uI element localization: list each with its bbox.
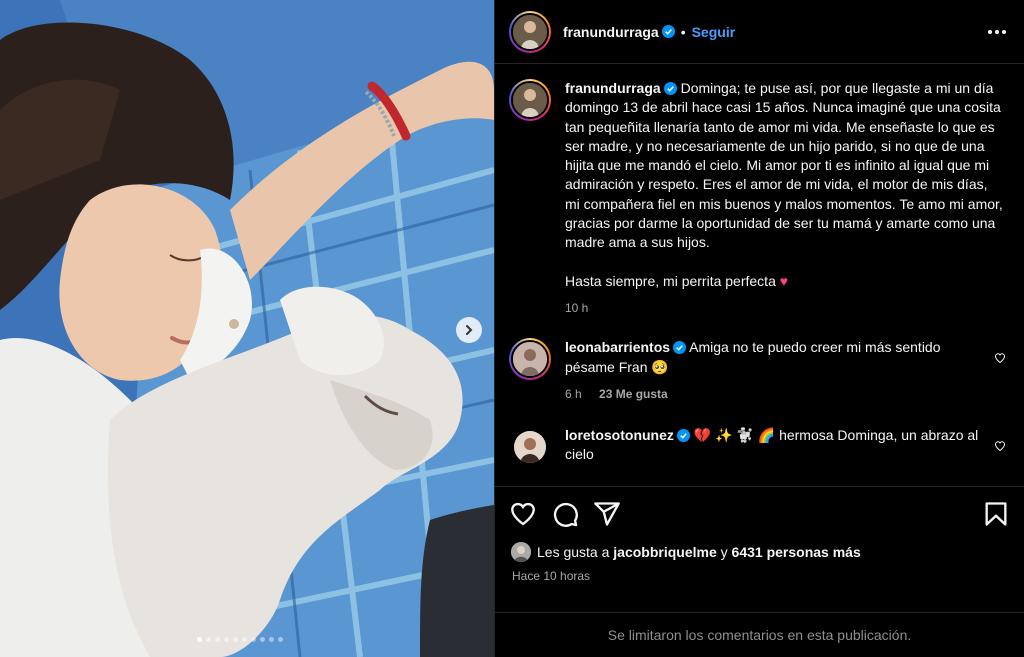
carousel-dot xyxy=(215,637,220,642)
caption-username[interactable]: franundurraga xyxy=(565,80,661,96)
author-avatar[interactable] xyxy=(509,10,551,53)
likes-prefix: Les gusta a xyxy=(537,544,610,560)
likes-others[interactable]: 6431 personas más xyxy=(732,544,861,560)
share-paper-plane-icon[interactable] xyxy=(593,500,621,528)
comments-list[interactable]: franundurraga Dominga; te puse así, por … xyxy=(495,65,1024,486)
save-bookmark-icon[interactable] xyxy=(982,500,1010,528)
like-comment-heart-icon[interactable] xyxy=(994,440,1006,452)
comment-username[interactable]: loretosotonunez xyxy=(565,427,674,443)
liker-avatar xyxy=(511,542,531,562)
carousel-dot xyxy=(206,637,211,642)
comment-likes[interactable]: 23 Me gusta xyxy=(599,387,668,401)
carousel-dot xyxy=(197,637,202,642)
carousel-dot xyxy=(251,637,256,642)
caption: franundurraga Dominga; te puse así, por … xyxy=(509,79,1010,318)
author-username[interactable]: franundurraga xyxy=(563,24,659,40)
likes-user[interactable]: jacobbriquelme xyxy=(613,544,716,560)
comment-item: leonabarrientos Amiga no te puedo creer … xyxy=(509,338,1010,404)
caption-text: Dominga; te puse así, por que llegaste a… xyxy=(565,80,1003,251)
carousel-dot xyxy=(278,637,283,642)
verified-badge-icon xyxy=(673,341,687,355)
post-side-panel: franundurraga • Seguir franundurraga Dom… xyxy=(494,0,1024,657)
verified-badge-icon xyxy=(676,429,690,443)
post-header: franundurraga • Seguir xyxy=(495,0,1024,64)
verified-badge-icon xyxy=(661,25,675,38)
pink-heart-icon: ♥ xyxy=(779,272,789,289)
carousel-dots xyxy=(197,637,283,642)
more-options-icon[interactable] xyxy=(984,26,1010,38)
carousel-dot xyxy=(224,637,229,642)
comment-item: loretosotonunez 💔 ✨ 🐩 🌈 hermosa Dominga,… xyxy=(509,426,1010,468)
photo-scene xyxy=(0,0,494,657)
carousel-dot xyxy=(233,637,238,642)
chevron-right-icon xyxy=(466,325,473,335)
likes-summary[interactable]: Les gusta a jacobbriquelme y 6431 person… xyxy=(495,528,1024,562)
post-photo[interactable] xyxy=(0,0,494,657)
carousel-dot xyxy=(269,637,274,642)
commenter-avatar[interactable] xyxy=(509,426,551,468)
like-heart-icon[interactable] xyxy=(509,500,537,528)
follow-button[interactable]: Seguir xyxy=(692,24,736,40)
verified-badge-icon xyxy=(663,82,677,95)
like-comment-heart-icon[interactable] xyxy=(994,352,1006,364)
header-separator: • xyxy=(680,23,686,40)
caption-time: 10 h xyxy=(565,300,589,315)
caption-avatar[interactable] xyxy=(509,79,551,121)
comments-limited-notice: Se limitaron los comentarios en esta pub… xyxy=(495,612,1024,657)
carousel-dot xyxy=(260,637,265,642)
pleading-face-icon: 🥺 xyxy=(651,358,669,375)
posted-time: Hace 10 horas xyxy=(512,569,591,583)
post-actions: Les gusta a jacobbriquelme y 6431 person… xyxy=(495,486,1024,612)
caption-closing: Hasta siempre, mi perrita perfecta xyxy=(565,272,776,289)
carousel-dot xyxy=(242,637,247,642)
carousel-next-button[interactable] xyxy=(456,317,482,343)
commenter-avatar[interactable] xyxy=(509,338,551,381)
comment-bubble-icon[interactable] xyxy=(551,500,579,528)
likes-connector: y xyxy=(720,544,728,560)
comment-time: 6 h xyxy=(565,386,582,401)
comment-username[interactable]: leonabarrientos xyxy=(565,339,670,355)
